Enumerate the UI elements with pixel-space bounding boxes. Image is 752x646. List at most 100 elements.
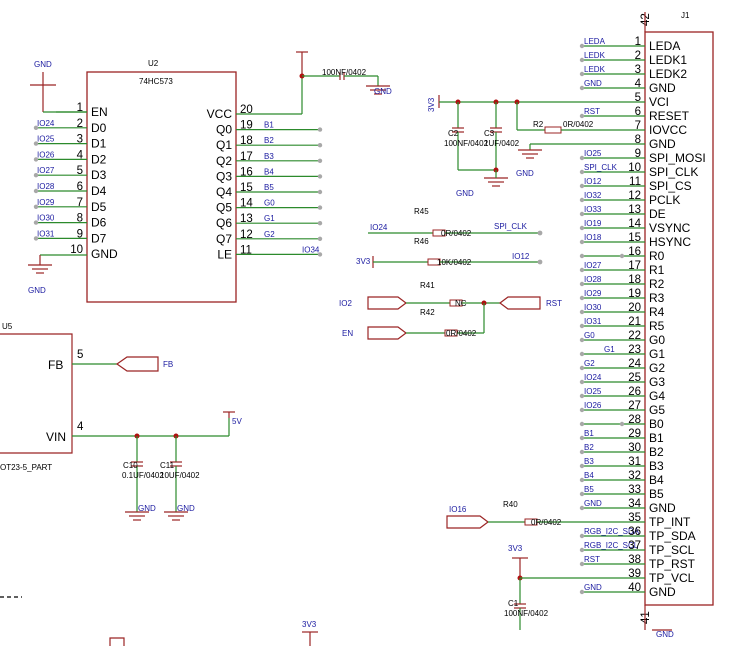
r41-port: IO2	[339, 299, 352, 308]
net-label: RST	[584, 107, 600, 116]
pin-number: 3	[77, 134, 83, 146]
u2-pin-9: IO31 9 D7	[33, 228, 107, 245]
net-label: IO31	[584, 317, 602, 326]
pin-name: GND	[649, 501, 676, 515]
pin-name: G4	[649, 389, 665, 403]
net-label: IO30	[584, 303, 602, 312]
pin-name: B3	[649, 459, 664, 473]
net-label: IO19	[584, 219, 602, 228]
net-label: IO24	[584, 373, 602, 382]
net-label: B5	[584, 485, 594, 494]
pin-name: TP_SCL	[649, 543, 695, 557]
pin-number: 22	[628, 330, 641, 342]
pin-number: 23	[628, 344, 641, 356]
pin-name: R4	[649, 305, 665, 319]
v3v3-label: 3V3	[427, 97, 436, 112]
pin-name: Q1	[216, 138, 232, 152]
u2-pin-14: G0 14 Q5	[216, 198, 323, 215]
net-label: B4	[584, 471, 594, 480]
r46-ref: R46	[414, 237, 429, 246]
pin-name: G0	[649, 333, 665, 347]
r46-value: 10K/0402	[437, 258, 472, 267]
pin-name: R5	[649, 319, 665, 333]
gnd-label: GND	[456, 189, 474, 198]
pin-end	[317, 189, 323, 195]
pin-name: B0	[649, 417, 664, 431]
pin-number: 29	[628, 428, 641, 440]
pin-end	[579, 421, 585, 427]
pin-name: D4	[91, 184, 107, 198]
pin-number: 21	[628, 316, 641, 328]
pin-number: 5	[77, 165, 83, 177]
pin-number: 3	[635, 64, 641, 76]
net-label: SPI_CLK	[584, 163, 618, 172]
pin-name: R3	[649, 291, 665, 305]
pin-number: 16	[240, 166, 253, 178]
net-label: IO25	[584, 149, 602, 158]
pin-number: 1	[635, 36, 641, 48]
u2-latch: U2 74HC573 1 ENIO24 2 D0IO25 3 D1IO26 4 D2IO27 5…	[28, 51, 392, 303]
pin-end	[619, 421, 625, 427]
pin-end	[317, 236, 323, 241]
pin-name: LEDK2	[649, 67, 687, 81]
net-label: LEDK	[584, 51, 606, 60]
pin-number: 17	[628, 260, 641, 272]
pin-name: SPI_CS	[649, 179, 692, 193]
net-label: IO26	[584, 401, 602, 410]
pin-number: 37	[628, 540, 641, 552]
pin-name: EN	[91, 105, 108, 119]
pin-end	[579, 253, 585, 259]
pin-end	[317, 221, 323, 226]
u2-gnd-bottom: GND	[28, 254, 87, 295]
pin-number: 19	[240, 120, 253, 132]
c1-value: 100NF/0402	[504, 609, 549, 618]
r42-value: 0R/0402	[446, 329, 477, 338]
u2-pin-7: IO29 7 D5	[33, 197, 107, 214]
j1-pin-27: IO26 27 G5	[579, 400, 665, 417]
c1-ref: C1	[508, 599, 519, 608]
j1-pin-22: G0 22 G0	[579, 330, 665, 347]
pin-name: DE	[649, 207, 666, 221]
pin-number: 26	[628, 386, 641, 398]
net-label: GND	[584, 583, 602, 592]
pin-number: 7	[77, 197, 83, 209]
pin-number: 31	[628, 456, 641, 468]
net-label: IO32	[584, 191, 602, 200]
c2-value: 100NF/0402	[444, 139, 489, 148]
pin-name: TP_INT	[649, 515, 691, 529]
net-label: G1	[264, 214, 275, 223]
pin-number: 19	[628, 288, 641, 300]
net-label: G2	[264, 230, 275, 239]
pin-name: B5	[649, 487, 664, 501]
r40-value: 0R/0402	[531, 518, 562, 527]
u2-pin-19: B1 19 Q0	[216, 120, 323, 137]
net-label: IO12	[584, 177, 602, 186]
pin-number: 40	[628, 582, 641, 594]
r42-ref: R42	[420, 308, 435, 317]
pin-number: 2	[77, 118, 83, 130]
pin-name: B2	[649, 445, 664, 459]
c10-ref: C10	[123, 461, 138, 470]
pin-name: GND	[649, 81, 676, 95]
r40-port: IO16	[449, 505, 467, 514]
net-label: IO24	[37, 119, 55, 128]
pin-end	[619, 253, 625, 259]
pin-name: Q3	[216, 169, 232, 183]
net-label: IO25	[37, 135, 55, 144]
pin-name: IOVCC	[649, 123, 687, 137]
j1-top-pin: 42	[640, 13, 652, 26]
v5-label: 5V	[232, 417, 242, 426]
net-label: IO18	[584, 233, 602, 242]
u2-pin-8: IO30 8 D6	[33, 213, 107, 230]
net-label: LEDK	[584, 65, 606, 74]
gnd-label: GND	[516, 169, 534, 178]
pin-name: G1	[649, 347, 665, 361]
u2-pin-20: 20VCC	[207, 104, 253, 121]
u2-pin-6: IO28 6 D4	[33, 181, 107, 198]
pin-name: TP_SDA	[649, 529, 696, 543]
lcd-power: 3V3 C2 100NF/0402 C3 1UF/0402 GND R2 0R/…	[427, 95, 645, 198]
j1-bottom-pin: 41	[640, 611, 652, 624]
pin-name: D5	[91, 200, 107, 214]
pin-name: B1	[649, 431, 664, 445]
net-label: IO30	[37, 214, 55, 223]
